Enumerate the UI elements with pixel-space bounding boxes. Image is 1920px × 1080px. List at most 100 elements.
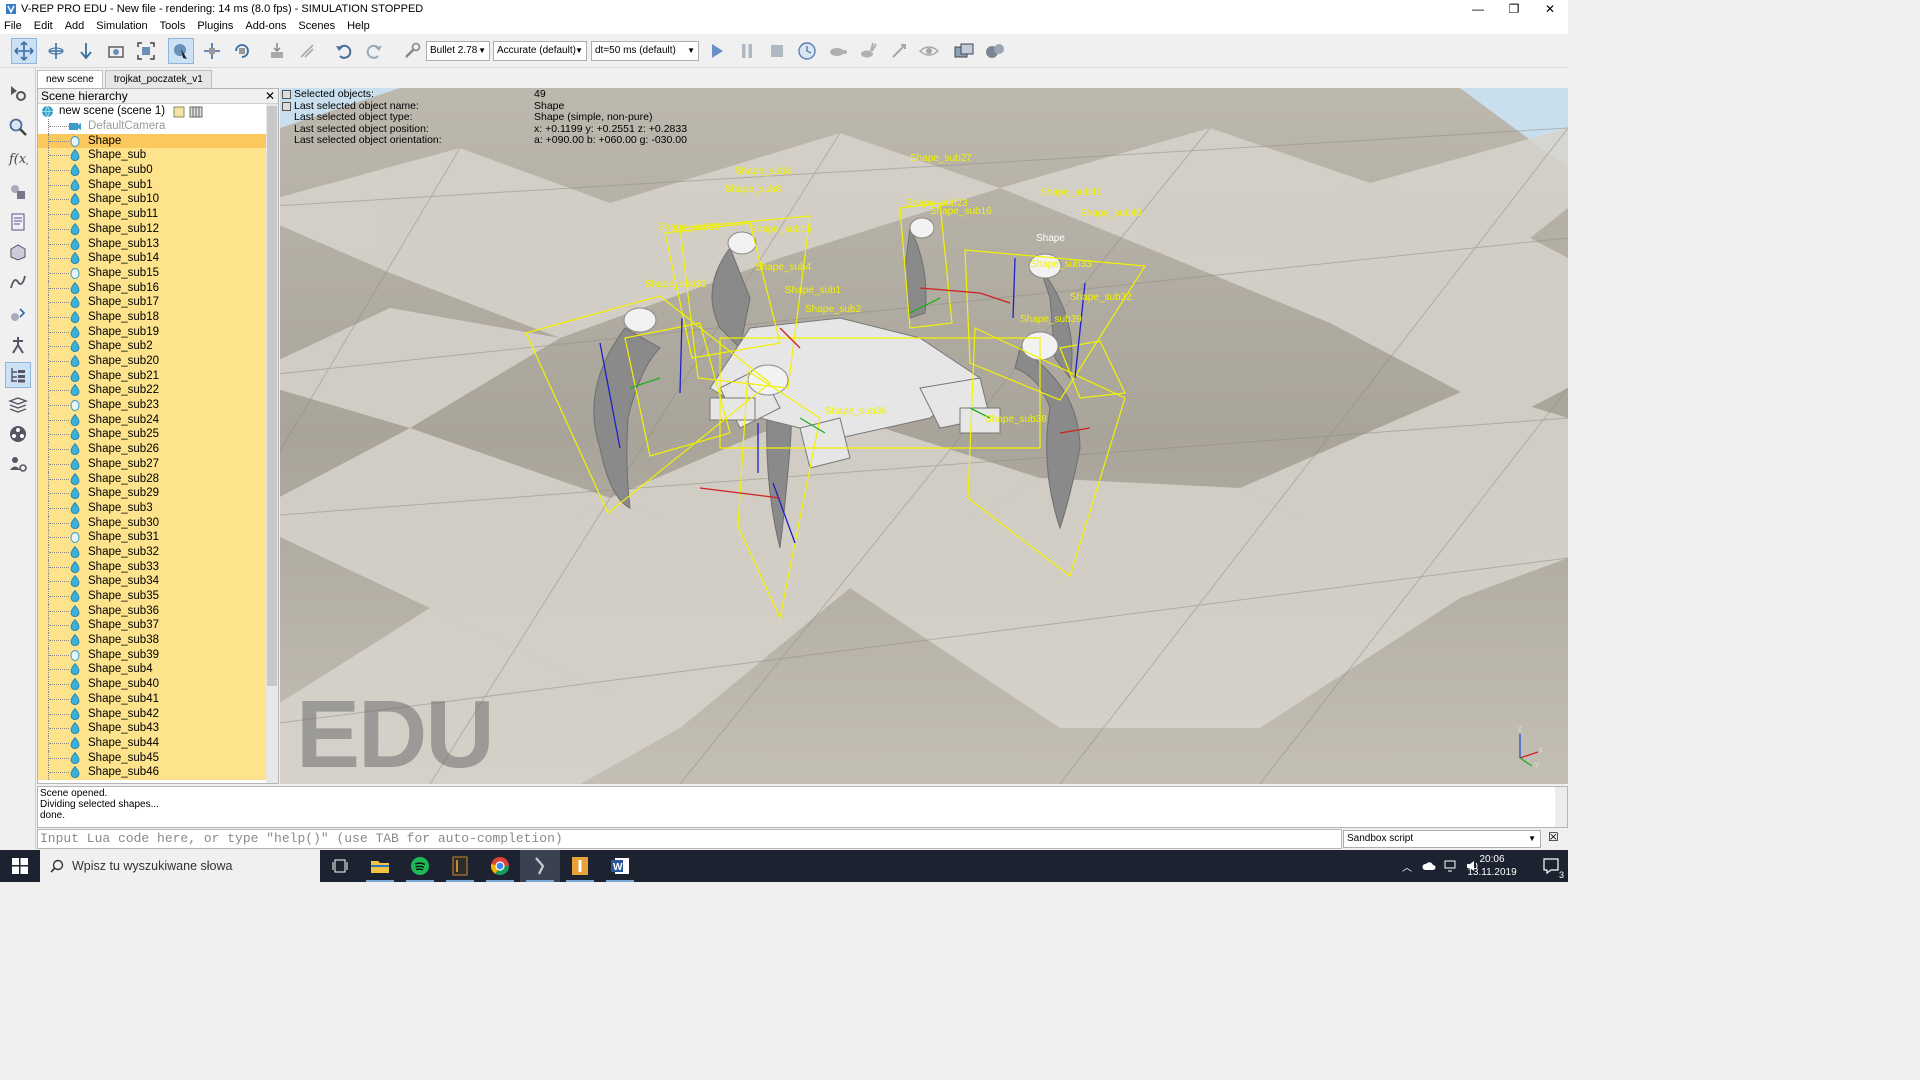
lua-command-input[interactable]: Input Lua code here, or type "help()" (u… <box>37 829 1342 849</box>
script-icon[interactable] <box>173 106 185 118</box>
menu-help[interactable]: Help <box>347 20 370 32</box>
tray-chevron-up-icon[interactable]: ︿ <box>1402 859 1412 874</box>
hierarchy-scrollbar[interactable] <box>266 104 278 783</box>
list-item[interactable]: Shape_sub27 <box>38 456 278 472</box>
selection-button[interactable] <box>5 302 31 328</box>
list-item[interactable]: Shape_sub4 <box>38 662 278 678</box>
list-item[interactable]: Shape_sub23 <box>38 398 278 413</box>
list-item[interactable]: Shape_sub45 <box>38 750 278 766</box>
scene-root-item[interactable]: new scene (scene 1) <box>38 104 278 119</box>
list-item[interactable]: Shape <box>38 133 278 149</box>
timestep-select[interactable]: dt=50 ms (default) ▼ <box>591 41 699 61</box>
object-rotate-button[interactable] <box>229 38 255 64</box>
command-close-button[interactable]: ☒ <box>1548 830 1559 844</box>
tab-trojkat-poczatek[interactable]: trojkat_poczatek_v1 <box>104 70 212 88</box>
list-item[interactable]: Shape_sub21 <box>38 368 278 384</box>
scene-viewport[interactable]: Shape_sub3 Shape_sub8 Shape_sub27 Shape_… <box>280 88 1568 784</box>
taskbar-spotify[interactable] <box>400 850 440 882</box>
scene-selector-button[interactable] <box>982 38 1008 64</box>
menu-tools[interactable]: Tools <box>160 20 186 32</box>
list-item[interactable]: Shape_sub20 <box>38 354 278 369</box>
action-center-button[interactable]: 3 <box>1542 857 1564 880</box>
taskbar-word[interactable]: W <box>600 850 640 882</box>
list-item[interactable]: Shape_sub25 <box>38 427 278 443</box>
list-item[interactable]: Shape_sub0 <box>38 163 278 178</box>
list-item[interactable]: Shape_sub24 <box>38 412 278 428</box>
undo-button[interactable] <box>331 38 357 64</box>
network-icon[interactable] <box>1444 860 1458 872</box>
taskbar-app-i[interactable] <box>560 850 600 882</box>
list-item[interactable]: Shape_sub19 <box>38 324 278 340</box>
list-item[interactable]: Shape_sub37 <box>38 618 278 634</box>
menu-plugins[interactable]: Plugins <box>197 20 233 32</box>
accuracy-select[interactable]: Accurate (default) ▼ <box>493 41 587 61</box>
list-item[interactable]: Shape_sub41 <box>38 691 278 707</box>
list-item[interactable]: Shape_sub38 <box>38 633 278 648</box>
dynamics-toggle-button[interactable] <box>399 38 425 64</box>
list-item[interactable]: Shape_sub17 <box>38 295 278 310</box>
console-scrollbar[interactable] <box>1555 787 1567 827</box>
calculation-modules-button[interactable]: f(x) <box>5 145 31 171</box>
speed-up-button[interactable] <box>855 38 881 64</box>
fit-to-view-button[interactable] <box>133 38 159 64</box>
list-item[interactable]: Shape_sub3 <box>38 500 278 516</box>
list-item[interactable]: Shape_sub32 <box>38 544 278 560</box>
camera-rotate-button[interactable] <box>43 38 69 64</box>
list-item[interactable]: Shape_sub1 <box>38 177 278 193</box>
list-item[interactable]: Shape_sub46 <box>38 765 278 780</box>
pause-simulation-button[interactable] <box>734 38 760 64</box>
model-browser-button[interactable] <box>5 332 31 358</box>
menu-add[interactable]: Add <box>65 20 85 32</box>
tab-new-scene[interactable]: new scene <box>37 70 103 88</box>
list-item[interactable]: Shape_sub33 <box>38 559 278 575</box>
list-item[interactable]: Shape_sub35 <box>38 589 278 604</box>
hierarchy-close-button[interactable]: ✕ <box>265 89 275 103</box>
list-item[interactable]: Shape_sub43 <box>38 721 278 736</box>
maximize-button[interactable]: ❐ <box>1496 0 1532 18</box>
script-context-select[interactable]: Sandbox script ▼ <box>1343 830 1541 848</box>
thread-rendering-button[interactable] <box>886 38 912 64</box>
list-item[interactable]: Shape_sub12 <box>38 221 278 237</box>
scripts-button[interactable] <box>5 209 31 235</box>
list-item[interactable]: Shape_sub13 <box>38 236 278 252</box>
stop-simulation-button[interactable] <box>764 38 790 64</box>
simulation-settings-button[interactable] <box>5 80 31 106</box>
slow-down-button[interactable] <box>825 38 851 64</box>
menu-addons[interactable]: Add-ons <box>245 20 286 32</box>
list-item[interactable]: Shape_sub36 <box>38 603 278 619</box>
menu-edit[interactable]: Edit <box>34 20 53 32</box>
page-selector-button[interactable] <box>951 38 977 64</box>
list-item[interactable]: Shape_sub15 <box>38 265 278 281</box>
list-item[interactable]: Shape_sub11 <box>38 207 278 222</box>
taskbar-vrep[interactable] <box>520 850 560 882</box>
object-shift-button[interactable] <box>199 38 225 64</box>
list-item[interactable]: Shape_sub16 <box>38 280 278 296</box>
list-item[interactable]: Shape_sub44 <box>38 735 278 751</box>
taskbar-app-orange[interactable] <box>440 850 480 882</box>
list-item[interactable]: Shape_sub39 <box>38 647 278 663</box>
path-edit-button[interactable] <box>5 269 31 295</box>
video-recorder-button[interactable] <box>5 421 31 447</box>
physics-engine-select[interactable]: Bullet 2.78 ▼ <box>426 41 490 61</box>
list-item[interactable]: Shape_sub40 <box>38 677 278 692</box>
task-view-button[interactable] <box>320 850 360 882</box>
shape-edit-button[interactable] <box>5 239 31 265</box>
realtime-button[interactable] <box>794 38 820 64</box>
click-select-button[interactable] <box>168 38 194 64</box>
cloud-icon[interactable] <box>1422 861 1436 871</box>
transfer-dna-button[interactable] <box>294 38 320 64</box>
minimize-button[interactable]: — <box>1460 0 1496 18</box>
camera-shift-button[interactable] <box>73 38 99 64</box>
info-toggle-icon[interactable] <box>282 102 291 111</box>
list-item[interactable]: Shape_sub26 <box>38 442 278 457</box>
list-item[interactable]: Shape_sub2 <box>38 339 278 354</box>
close-button[interactable]: ✕ <box>1532 0 1568 18</box>
visualization-toggle-button[interactable] <box>916 38 942 64</box>
camera-fit-button[interactable] <box>103 38 129 64</box>
camera-pan-button[interactable] <box>11 38 37 64</box>
scene-hierarchy-button[interactable] <box>5 362 31 388</box>
list-item[interactable]: Shape_sub28 <box>38 471 278 487</box>
list-item[interactable]: Shape_sub22 <box>38 383 278 399</box>
list-item[interactable]: Shape_sub14 <box>38 251 278 266</box>
list-item[interactable]: DefaultCamera <box>38 119 278 134</box>
